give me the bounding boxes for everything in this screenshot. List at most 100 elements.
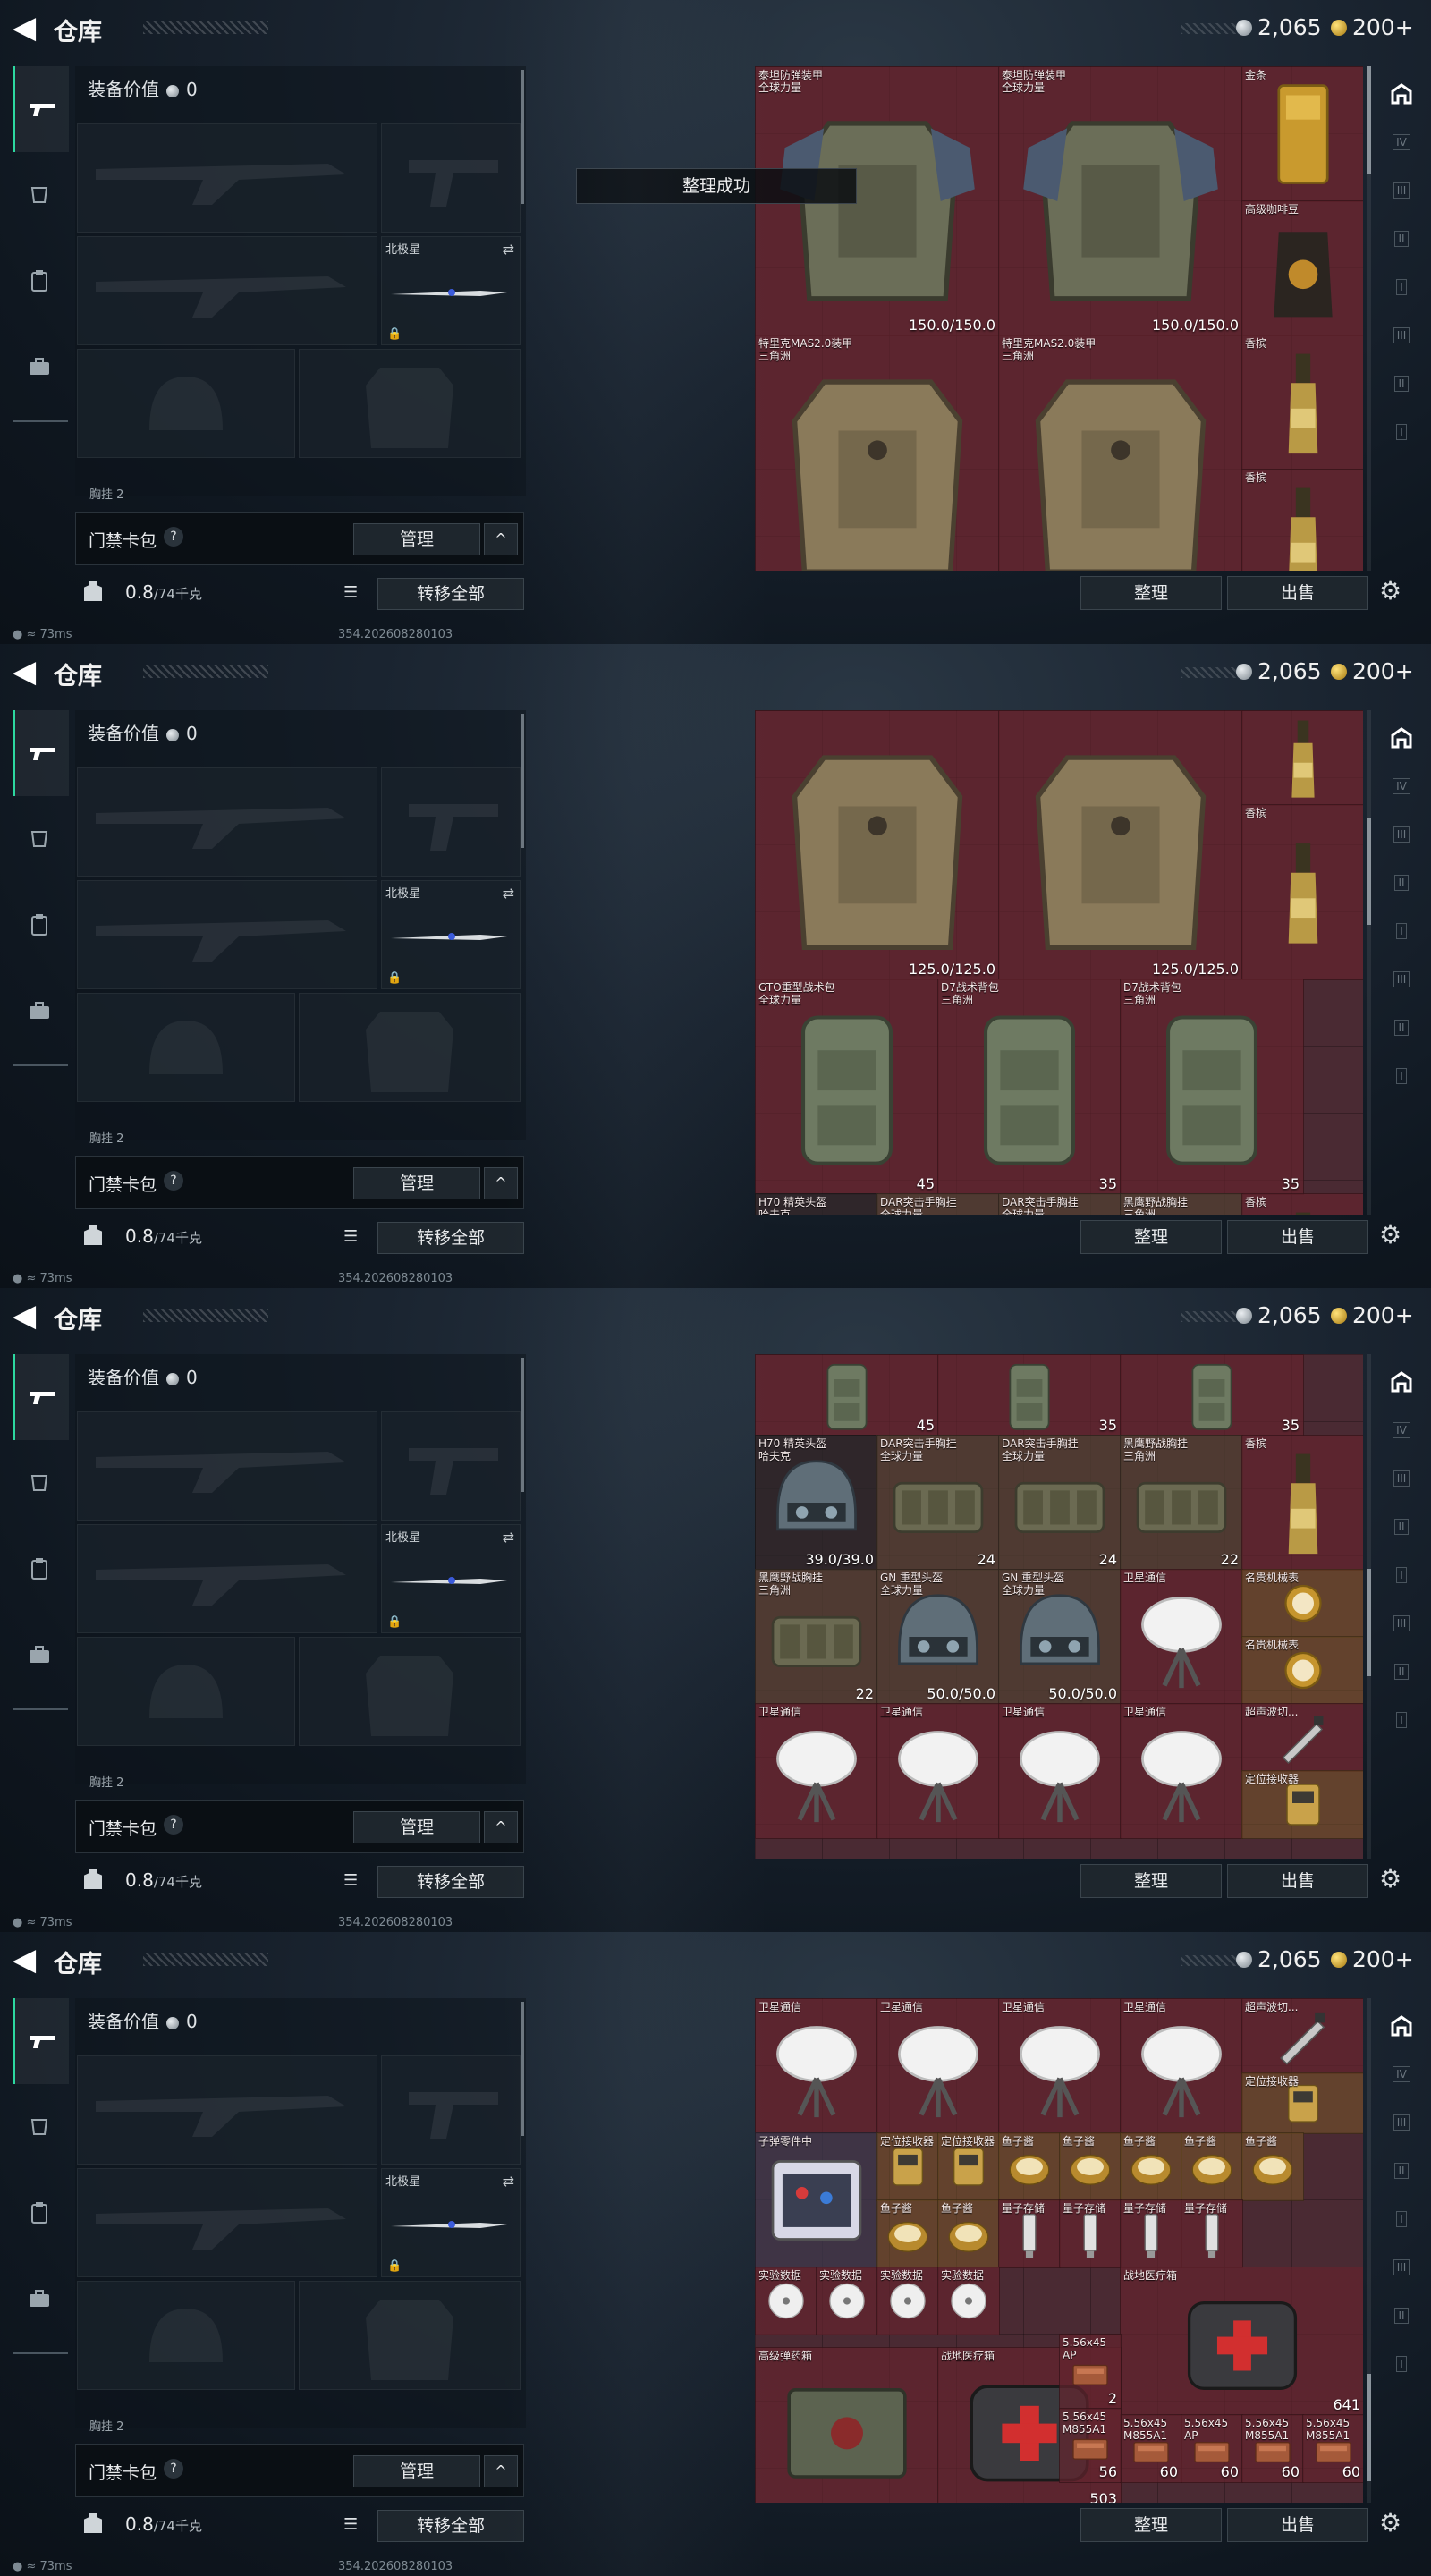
depot-tab[interactable]: IV (1381, 2054, 1422, 2095)
depot-tab[interactable]: IV (1381, 122, 1422, 163)
grid-item[interactable]: 125.0/125.0 (998, 710, 1243, 980)
grid-item[interactable]: GN 重型头盔 全球力量 50.0/50.0 (876, 1569, 1000, 1705)
grid-item[interactable]: 名贵机械表 (1241, 1569, 1363, 1638)
warehouse-scrollbar[interactable] (1367, 1354, 1371, 1859)
grid-item[interactable]: 鱼子酱 (937, 2199, 1000, 2268)
depot-tab[interactable]: II (1381, 1007, 1422, 1048)
depot-tab[interactable]: I (1381, 1555, 1422, 1596)
grid-item[interactable]: 香槟 (1241, 335, 1363, 470)
depot-tab[interactable]: I (1381, 1699, 1422, 1741)
helmet-slot[interactable] (77, 349, 295, 458)
warehouse-grid[interactable]: 泰坦防弹装甲 全球力量 150.0/150.0 泰坦防弹装甲 全球力量 150.0/1… (755, 66, 1363, 571)
primary-weapon-slot[interactable] (77, 767, 377, 877)
grid-item[interactable]: 卫星通信 (876, 1998, 1000, 2134)
depot-tab[interactable]: II (1381, 363, 1422, 404)
grid-item[interactable]: 名贵机械表 (1241, 1636, 1363, 1705)
depot-tab[interactable]: III (1381, 170, 1422, 211)
grid-item[interactable]: 鱼子酱 (1059, 2132, 1122, 2201)
weapon-tab-icon[interactable] (13, 1354, 69, 1440)
secondary-weapon-slot[interactable] (77, 2168, 377, 2277)
depot-tab[interactable]: IV (1381, 1410, 1422, 1451)
depot-tab[interactable]: III (1381, 315, 1422, 356)
scrollbar-thumb[interactable] (1367, 818, 1371, 925)
grid-item[interactable]: 量子存储 (1059, 2199, 1122, 2268)
depot-tab[interactable]: III (1381, 2247, 1422, 2288)
case-tab-icon[interactable] (13, 324, 66, 410)
scrollbar-thumb[interactable] (1367, 2374, 1371, 2481)
depot-tab[interactable]: III (1381, 814, 1422, 855)
warehouse-scrollbar[interactable] (1367, 66, 1371, 571)
grid-item[interactable]: 特里克MAS2.0装甲 三角洲 (755, 335, 1000, 571)
pistol-slot[interactable] (381, 2055, 521, 2165)
grid-item[interactable]: 鱼子酱 (1181, 2132, 1243, 2201)
grid-item[interactable]: 战地医疗箱 641 (1120, 2267, 1363, 2416)
sort-button[interactable]: 整理 (1080, 576, 1222, 610)
grid-item[interactable]: 45 (755, 1354, 939, 1436)
collapse-chevron-icon[interactable]: ^ (484, 1811, 518, 1843)
grid-item[interactable]: H70 精英头盔 哈夫克 (755, 1193, 878, 1215)
sell-button[interactable]: 出售 (1227, 1220, 1368, 1254)
helmet-slot[interactable] (77, 2281, 295, 2390)
grid-item[interactable]: 实验数据 (816, 2267, 878, 2335)
grid-item[interactable]: 卫星通信 (1120, 1998, 1243, 2134)
grid-item[interactable]: 实验数据 (937, 2267, 1000, 2335)
grid-item[interactable]: D7战术背包 三角洲 35 (937, 979, 1122, 1195)
collapse-chevron-icon[interactable]: ^ (484, 1167, 518, 1199)
depot-tab[interactable]: II (1381, 218, 1422, 259)
gold-currency[interactable]: 200+ (1331, 658, 1414, 684)
armor-tab-icon[interactable] (13, 1440, 66, 1526)
grid-item[interactable]: 鱼子酱 (998, 2132, 1061, 2201)
sell-button[interactable]: 出售 (1227, 2508, 1368, 2542)
secondary-weapon-slot[interactable] (77, 880, 377, 989)
help-icon[interactable]: ? (164, 1815, 183, 1835)
list-icon[interactable]: ☰ (343, 2515, 358, 2534)
sort-button[interactable]: 整理 (1080, 2508, 1222, 2542)
settings-gear-icon[interactable]: ⚙ (1379, 1220, 1401, 1250)
grid-item[interactable]: 定位接收器 (937, 2132, 1000, 2201)
grid-item[interactable]: 125.0/125.0 (755, 710, 1000, 980)
back-arrow-icon[interactable]: ◀ (13, 1301, 41, 1331)
grid-item[interactable]: GTO重型战术包 全球力量 45 (755, 979, 939, 1195)
back-arrow-icon[interactable]: ◀ (13, 1945, 41, 1975)
pistol-slot[interactable] (381, 123, 521, 233)
grid-item[interactable]: GN 重型头盔 全球力量 50.0/50.0 (998, 1569, 1122, 1705)
scrollbar-thumb[interactable] (1367, 1569, 1371, 1676)
grid-item[interactable]: 定位接收器 (1241, 1770, 1363, 1839)
sort-button[interactable]: 整理 (1080, 1220, 1222, 1254)
armor-slot[interactable] (299, 1637, 521, 1746)
weapon-tab-icon[interactable] (13, 66, 69, 152)
grid-item[interactable]: 高级弹药箱 (755, 2347, 939, 2503)
grid-item[interactable]: 黑鹰野战胸挂 三角洲 (1120, 1193, 1243, 1215)
warehouse-grid[interactable]: 125.0/125.0 125.0/125.0 香槟 GTO重型战术包 全球力量 45 D… (755, 710, 1363, 1215)
sort-button[interactable]: 整理 (1080, 1864, 1222, 1898)
grid-item[interactable]: 5.56x45 M855A1 60 (1241, 2414, 1304, 2483)
grid-item[interactable]: 卫星通信 (1120, 1703, 1243, 1839)
grid-item[interactable]: 卫星通信 (876, 1703, 1000, 1839)
grid-item[interactable] (1241, 710, 1363, 806)
depot-tab[interactable]: II (1381, 1506, 1422, 1547)
grid-item[interactable]: 定位接收器 (876, 2132, 939, 2201)
secondary-weapon-slot[interactable] (77, 1524, 377, 1633)
armor-tab-icon[interactable] (13, 796, 66, 882)
sell-button[interactable]: 出售 (1227, 1864, 1368, 1898)
grid-item[interactable]: 黑鹰野战胸挂 三角洲 22 (755, 1569, 878, 1705)
grid-item[interactable]: 卫星通信 (755, 1998, 878, 2134)
depot-tab[interactable]: II (1381, 1651, 1422, 1692)
home-depot-icon[interactable] (1381, 2005, 1422, 2046)
depot-tab[interactable]: I (1381, 1055, 1422, 1097)
gear-tab-icon[interactable] (13, 1526, 66, 1612)
depot-tab[interactable]: II (1381, 2295, 1422, 2336)
melee-slot[interactable]: 北极星 ⇄ 🔒 (381, 1524, 521, 1633)
depot-tab[interactable]: I (1381, 411, 1422, 453)
grid-item[interactable]: 香槟 (1241, 1193, 1363, 1215)
primary-weapon-slot[interactable] (77, 123, 377, 233)
helmet-slot[interactable] (77, 1637, 295, 1746)
primary-weapon-slot[interactable] (77, 1411, 377, 1521)
scrollbar-thumb[interactable] (1367, 66, 1371, 174)
help-icon[interactable]: ? (164, 1171, 183, 1191)
grid-item[interactable]: 量子存储 (1181, 2199, 1243, 2268)
gear-tab-icon[interactable] (13, 882, 66, 968)
melee-slot[interactable]: 北极星 ⇄ 🔒 (381, 236, 521, 345)
grid-item[interactable]: 5.56x45 AP 2 (1059, 2334, 1122, 2410)
collapse-chevron-icon[interactable]: ^ (484, 523, 518, 555)
